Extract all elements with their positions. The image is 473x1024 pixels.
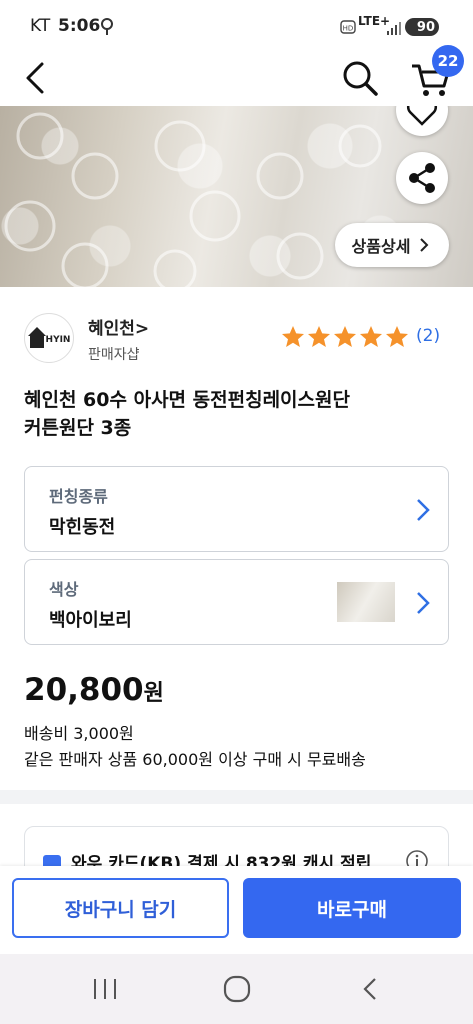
location-icon [101,18,113,35]
option-color[interactable]: 색상 백아이보리 [24,559,449,645]
color-thumbnail [337,582,395,622]
star-icon [282,326,304,347]
star-icon [308,326,330,347]
rating-stars[interactable] [280,324,410,350]
option-punching-type[interactable]: 펀칭종류 막힌동전 [24,466,449,552]
product-title: 혜인천 60수 아사면 동전펀칭레이스원단 커튼원단 3종 [24,386,444,442]
logo-text: HYIN [46,335,71,345]
recent-apps-icon[interactable] [90,976,120,1002]
seller-shop-label: 판매자샵 [88,347,140,363]
star-icon [386,326,408,347]
option-value: 백아이보리 [49,610,132,631]
section-divider [0,790,473,804]
chevron-right-icon [417,499,430,521]
price-amount: 20,800 [24,672,144,708]
status-time: 5:06 [58,16,101,36]
status-bar: KT 5:06 HD LTE+ 90 [0,0,473,56]
bottom-action-bar: 장바구니 담기 바로구매 [0,866,473,954]
option-label: 색상 [49,580,79,599]
search-icon[interactable] [340,58,380,98]
option-value: 막힌동전 [49,517,116,538]
price: 20,800원 [24,672,164,708]
price-unit: 원 [143,681,164,706]
star-icon [334,326,356,347]
chevron-right-icon [420,238,429,252]
star-icon [360,326,382,347]
battery-level: 90 [416,19,435,35]
shipping-fee: 배송비 3,000원 [24,724,134,743]
add-to-cart-button[interactable]: 장바구니 담기 [12,878,229,938]
svg-text:HD: HD [343,25,354,33]
product-detail-label: 상품상세 [351,237,411,256]
chevron-right-icon [417,592,430,614]
review-count[interactable]: (2) [416,326,440,346]
battery-indicator: 90 [405,18,439,36]
seller-name-link[interactable]: 혜인천> [88,314,149,339]
heart-icon [406,106,438,126]
back-icon[interactable] [22,60,50,96]
signal-icon [387,22,401,35]
seller-logo[interactable]: HYIN [24,313,74,363]
top-nav: 22 [0,45,473,106]
system-nav-bar [0,954,473,1024]
free-shipping-note: 같은 판매자 상품 60,000원 이상 구매 시 무료배송 [24,750,366,769]
wishlist-button[interactable] [396,106,448,136]
seller-name: 혜인천 [88,319,135,339]
share-button[interactable] [396,152,448,204]
product-detail-button[interactable]: 상품상세 [335,223,449,267]
cart-count-badge: 22 [432,45,464,77]
home-icon[interactable] [222,974,252,1004]
chevron-right-icon: > [134,319,150,339]
hd-icon: HD [340,20,356,34]
share-icon [409,163,435,193]
buy-now-button[interactable]: 바로구매 [243,878,461,938]
carrier-label: KT [30,16,51,36]
house-icon: HYIN [28,327,71,348]
product-title-line2: 커튼원단 3종 [24,417,132,439]
back-nav-icon[interactable] [360,976,380,1002]
option-label: 펀칭종류 [49,487,108,506]
product-title-line1: 혜인천 60수 아사면 동전펀칭레이스원단 [24,389,350,411]
